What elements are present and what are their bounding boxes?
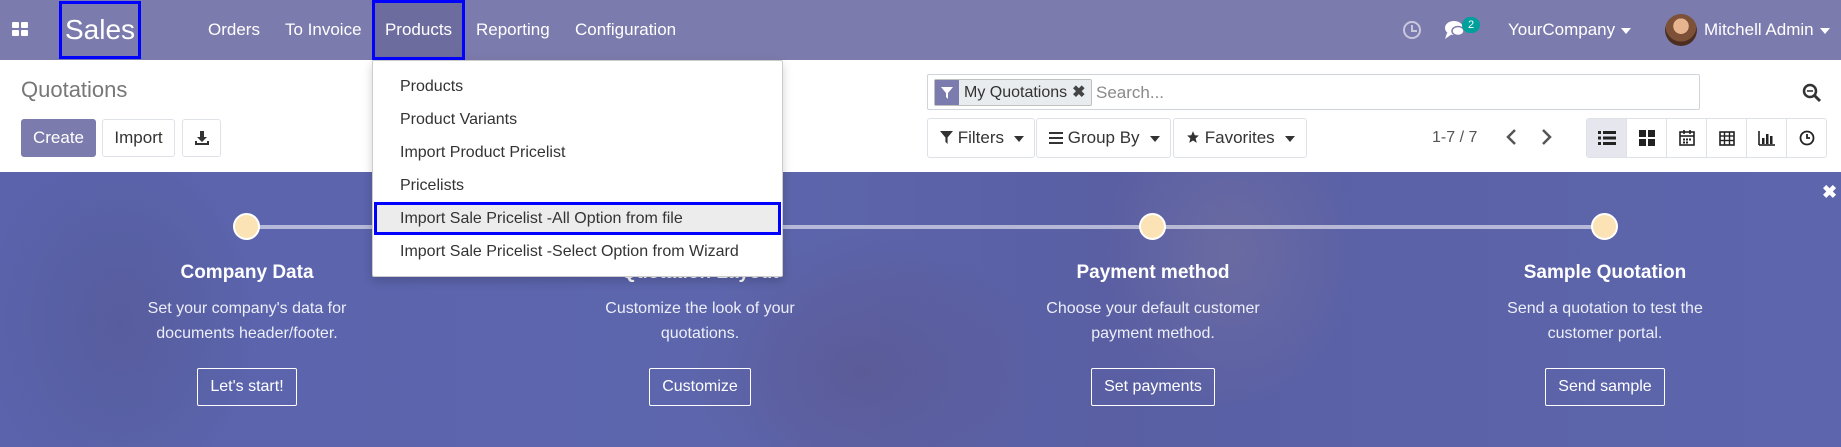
onboarding-step-company-data: Company Data Set your company's data for… [87, 262, 407, 406]
group-by-label: Group By [1067, 128, 1140, 147]
favorites-button[interactable]: Favorites [1173, 118, 1307, 158]
chevron-down-icon [1014, 135, 1025, 142]
chevron-down-icon [1149, 135, 1160, 142]
step-title: Sample Quotation [1523, 262, 1687, 283]
company-switcher[interactable]: YourCompany [1508, 0, 1632, 60]
search-input[interactable] [1096, 79, 1656, 106]
filter-funnel-icon [935, 80, 959, 105]
customize-button[interactable]: Customize [649, 368, 751, 406]
import-button[interactable]: Import [102, 119, 175, 157]
step-description: Send a quotation to test the customer por… [1507, 300, 1703, 342]
step-title: Payment method [1076, 262, 1230, 283]
chevron-down-icon [1621, 27, 1632, 34]
pivot-view-icon[interactable] [1707, 119, 1747, 157]
pager-previous-icon[interactable] [1502, 126, 1522, 148]
onboarding-step-payment-method: Payment method Choose your default custo… [993, 262, 1313, 406]
view-switcher [1586, 118, 1827, 158]
step-description: Customize the look of your quotations. [605, 300, 795, 342]
kanban-view-icon[interactable] [1627, 119, 1667, 157]
dropdown-item-pricelists[interactable]: Pricelists [374, 169, 781, 202]
dropdown-item-import-product-pricelist[interactable]: Import Product Pricelist [374, 136, 781, 169]
onboarding-step-quotation-layout: Quotation Layout Customize the look of y… [540, 262, 860, 406]
dropdown-item-products[interactable]: Products [374, 70, 781, 103]
close-icon[interactable]: ✖ [1822, 182, 1837, 203]
list-view-icon[interactable] [1587, 119, 1627, 157]
facet-remove-icon[interactable]: ✖ [1072, 80, 1090, 105]
calendar-view-icon[interactable] [1667, 119, 1707, 157]
page-title: Quotations [21, 77, 128, 102]
pager-value[interactable]: 1-7 / 7 [1432, 129, 1477, 147]
filter-funnel-icon [940, 131, 953, 144]
star-icon [1187, 131, 1199, 143]
group-by-bars-icon [1049, 132, 1063, 144]
pager-next-icon[interactable] [1536, 126, 1556, 148]
menu-configuration[interactable]: Configuration [575, 0, 676, 60]
step-dot [233, 213, 260, 240]
chevron-down-icon [1284, 135, 1295, 142]
company-name: YourCompany [1508, 20, 1616, 39]
search-facet[interactable]: My Quotations ✖ [934, 79, 1092, 106]
apps-menu-icon[interactable] [12, 22, 30, 38]
favorites-label: Favorites [1204, 128, 1275, 147]
user-name: Mitchell Admin [1704, 20, 1814, 39]
user-menu[interactable]: Mitchell Admin [1704, 0, 1830, 60]
step-description: Choose your default customer payment meth… [1046, 300, 1260, 342]
dropdown-item-import-sale-pricelist-wizard[interactable]: Import Sale Pricelist -Select Option fro… [374, 235, 781, 268]
top-navbar: Sales Orders To Invoice Products Reporti… [0, 0, 1841, 60]
export-download-button[interactable] [182, 119, 221, 157]
search-bar[interactable]: My Quotations ✖ [927, 74, 1700, 110]
user-avatar[interactable] [1665, 14, 1697, 46]
set-payments-button[interactable]: Set payments [1091, 368, 1215, 406]
graph-view-icon[interactable] [1747, 119, 1787, 157]
onboarding-banner: ✖ Company Data Set your company's data f… [0, 172, 1841, 447]
step-dot [1591, 213, 1618, 240]
filters-label: Filters [957, 128, 1005, 147]
facet-label: My Quotations [964, 84, 1068, 101]
group-by-button[interactable]: Group By [1036, 118, 1171, 158]
lets-start-button[interactable]: Let's start! [197, 368, 297, 406]
menu-products[interactable]: Products [372, 0, 465, 60]
menu-orders[interactable]: Orders [208, 0, 260, 60]
onboarding-step-sample-quotation: Sample Quotation Send a quotation to tes… [1445, 262, 1765, 406]
progress-line [1151, 225, 1604, 229]
download-icon [194, 131, 209, 145]
app-brand[interactable]: Sales [59, 1, 141, 59]
chevron-down-icon [1819, 27, 1830, 34]
step-description: Set your company's data for documents hea… [147, 300, 347, 342]
messages-count-badge: 2 [1462, 17, 1480, 33]
products-dropdown-menu: Products Product Variants Import Product… [372, 60, 783, 277]
create-button[interactable]: Create [21, 119, 96, 157]
menu-reporting[interactable]: Reporting [476, 0, 550, 60]
menu-to-invoice[interactable]: To Invoice [285, 0, 362, 60]
step-dot [1139, 213, 1166, 240]
dropdown-item-product-variants[interactable]: Product Variants [374, 103, 781, 136]
send-sample-button[interactable]: Send sample [1545, 368, 1665, 406]
step-title: Company Data [180, 262, 314, 283]
filters-button[interactable]: Filters [927, 118, 1035, 158]
dropdown-item-import-sale-pricelist-all[interactable]: Import Sale Pricelist -All Option from f… [374, 202, 781, 235]
activities-clock-icon[interactable] [1403, 21, 1421, 39]
activity-view-icon[interactable] [1787, 119, 1826, 157]
search-icon[interactable] [1802, 83, 1822, 108]
